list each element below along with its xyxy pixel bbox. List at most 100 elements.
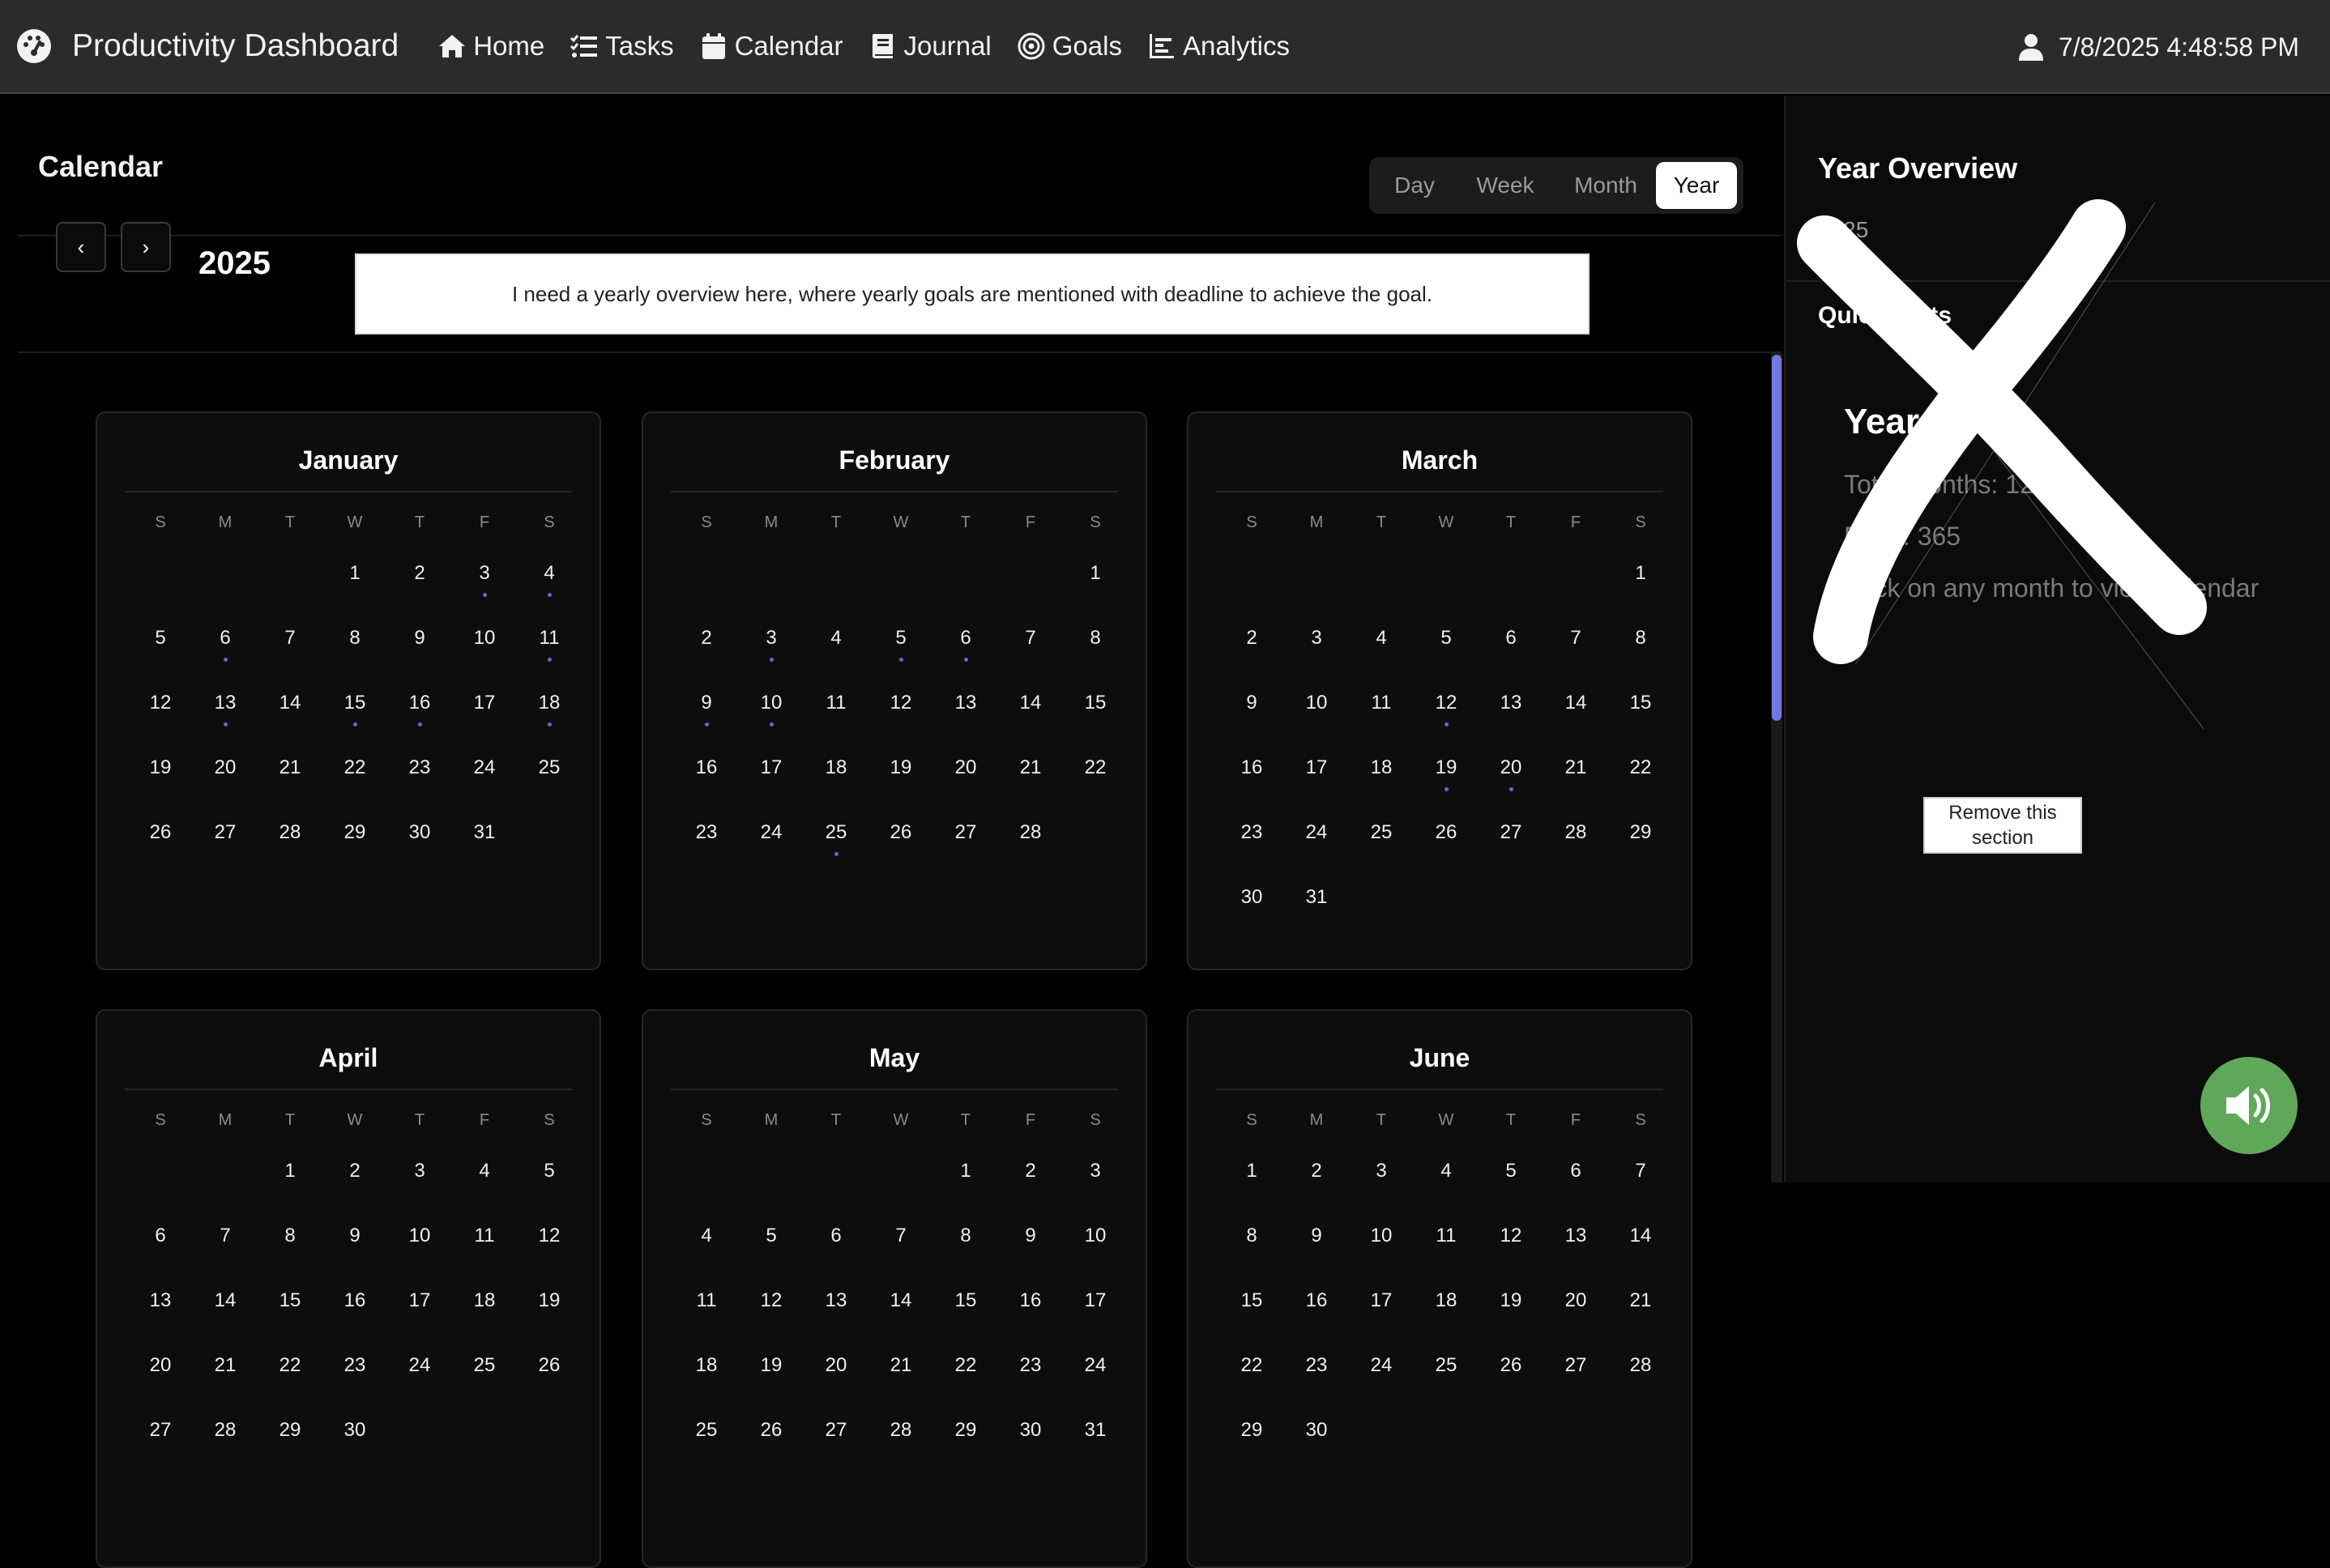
day-cell[interactable]: 25 [1414, 1340, 1479, 1404]
nav-analytics[interactable]: Analytics [1147, 31, 1290, 62]
day-cell[interactable]: 16 [387, 677, 452, 742]
day-cell[interactable]: 14 [868, 1275, 933, 1340]
day-cell[interactable]: 2 [387, 548, 452, 612]
day-cell[interactable]: 5 [868, 612, 933, 677]
day-cell[interactable]: 25 [1349, 807, 1414, 871]
day-cell[interactable]: 5 [1479, 1145, 1543, 1210]
day-cell[interactable]: 5 [517, 1145, 582, 1210]
month-card[interactable]: March S M T W T F S 1 2 3 4 5 6 7 8 9 10 11 12 13 14 15 16 17 18 1… [1187, 411, 1692, 970]
day-cell[interactable]: 25 [452, 1340, 517, 1404]
day-cell[interactable]: 25 [804, 807, 868, 871]
day-cell[interactable]: 30 [1284, 1404, 1349, 1469]
day-cell[interactable]: 26 [517, 1340, 582, 1404]
day-cell[interactable]: 10 [387, 1210, 452, 1275]
day-cell[interactable]: 28 [868, 1404, 933, 1469]
day-cell[interactable]: 3 [452, 548, 517, 612]
day-cell[interactable]: 2 [674, 612, 739, 677]
day-cell[interactable]: 19 [739, 1340, 804, 1404]
day-cell[interactable]: 22 [1219, 1340, 1284, 1404]
day-cell[interactable]: 23 [1219, 807, 1284, 871]
day-cell[interactable]: 18 [517, 677, 582, 742]
day-cell[interactable]: 29 [322, 807, 387, 871]
day-cell[interactable]: 20 [1543, 1275, 1608, 1340]
day-cell[interactable]: 27 [1543, 1340, 1608, 1404]
month-card[interactable]: April S M T W T F S 1 2 3 4 5 6 7 8 9 10 11 12 13 14 15 16 17 18 1… [96, 1009, 601, 1568]
day-cell[interactable]: 19 [1479, 1275, 1543, 1340]
day-cell[interactable]: 24 [387, 1340, 452, 1404]
nav-tasks[interactable]: Tasks [570, 31, 674, 62]
day-cell[interactable]: 3 [1063, 1145, 1128, 1210]
nav-goals[interactable]: Goals [1017, 31, 1122, 62]
day-cell[interactable]: 23 [322, 1340, 387, 1404]
day-cell[interactable]: 20 [1479, 742, 1543, 807]
prev-year-button[interactable]: ‹ [56, 222, 106, 272]
nav-home[interactable]: Home [437, 31, 544, 62]
day-cell[interactable]: 23 [998, 1340, 1063, 1404]
day-cell[interactable]: 24 [739, 807, 804, 871]
day-cell[interactable]: 6 [128, 1210, 193, 1275]
day-cell[interactable]: 15 [1063, 677, 1128, 742]
user-datetime[interactable]: 7/8/2025 4:48:58 PM [2018, 0, 2299, 94]
day-cell[interactable]: 1 [1219, 1145, 1284, 1210]
day-cell[interactable]: 9 [1219, 677, 1284, 742]
day-cell[interactable]: 15 [258, 1275, 322, 1340]
day-cell[interactable]: 7 [258, 612, 322, 677]
day-cell[interactable]: 9 [998, 1210, 1063, 1275]
day-cell[interactable]: 28 [1608, 1340, 1673, 1404]
view-week-button[interactable]: Week [1455, 162, 1555, 209]
day-cell[interactable]: 22 [322, 742, 387, 807]
day-cell[interactable]: 8 [258, 1210, 322, 1275]
day-cell[interactable]: 24 [1349, 1340, 1414, 1404]
day-cell[interactable]: 2 [998, 1145, 1063, 1210]
day-cell[interactable]: 11 [517, 612, 582, 677]
day-cell[interactable]: 3 [1349, 1145, 1414, 1210]
scrollbar-thumb[interactable] [1772, 355, 1782, 721]
day-cell[interactable]: 22 [1608, 742, 1673, 807]
day-cell[interactable]: 12 [128, 677, 193, 742]
month-card[interactable]: January S M T W T F S 1 2 3 4 5 6 7 8 9 10 11 12 13 14 15 16 17 1… [96, 411, 601, 970]
day-cell[interactable]: 26 [1479, 1340, 1543, 1404]
day-cell[interactable]: 13 [804, 1275, 868, 1340]
day-cell[interactable]: 4 [1414, 1145, 1479, 1210]
day-cell[interactable]: 1 [1063, 548, 1128, 612]
day-cell[interactable]: 21 [193, 1340, 258, 1404]
day-cell[interactable]: 27 [193, 807, 258, 871]
day-cell[interactable]: 25 [517, 742, 582, 807]
day-cell[interactable]: 9 [1284, 1210, 1349, 1275]
day-cell[interactable]: 9 [322, 1210, 387, 1275]
day-cell[interactable]: 1 [258, 1145, 322, 1210]
day-cell[interactable]: 11 [1349, 677, 1414, 742]
day-cell[interactable]: 7 [1608, 1145, 1673, 1210]
day-cell[interactable]: 4 [452, 1145, 517, 1210]
day-cell[interactable]: 15 [322, 677, 387, 742]
day-cell[interactable]: 19 [128, 742, 193, 807]
day-cell[interactable]: 14 [258, 677, 322, 742]
day-cell[interactable]: 18 [674, 1340, 739, 1404]
day-cell[interactable]: 28 [258, 807, 322, 871]
day-cell[interactable]: 29 [1608, 807, 1673, 871]
day-cell[interactable]: 24 [452, 742, 517, 807]
day-cell[interactable]: 11 [1414, 1210, 1479, 1275]
day-cell[interactable]: 18 [804, 742, 868, 807]
day-cell[interactable]: 31 [1284, 871, 1349, 936]
day-cell[interactable]: 7 [868, 1210, 933, 1275]
day-cell[interactable]: 28 [998, 807, 1063, 871]
day-cell[interactable]: 6 [933, 612, 998, 677]
day-cell[interactable]: 14 [193, 1275, 258, 1340]
day-cell[interactable]: 4 [674, 1210, 739, 1275]
day-cell[interactable]: 17 [739, 742, 804, 807]
day-cell[interactable]: 18 [1349, 742, 1414, 807]
day-cell[interactable]: 3 [387, 1145, 452, 1210]
day-cell[interactable]: 11 [674, 1275, 739, 1340]
day-cell[interactable]: 28 [193, 1404, 258, 1469]
day-cell[interactable]: 26 [739, 1404, 804, 1469]
day-cell[interactable]: 22 [258, 1340, 322, 1404]
day-cell[interactable]: 27 [804, 1404, 868, 1469]
day-cell[interactable]: 12 [868, 677, 933, 742]
brand[interactable]: Productivity Dashboard [16, 28, 399, 64]
day-cell[interactable]: 28 [1543, 807, 1608, 871]
day-cell[interactable]: 29 [933, 1404, 998, 1469]
day-cell[interactable]: 5 [1414, 612, 1479, 677]
day-cell[interactable]: 16 [1219, 742, 1284, 807]
day-cell[interactable]: 16 [674, 742, 739, 807]
